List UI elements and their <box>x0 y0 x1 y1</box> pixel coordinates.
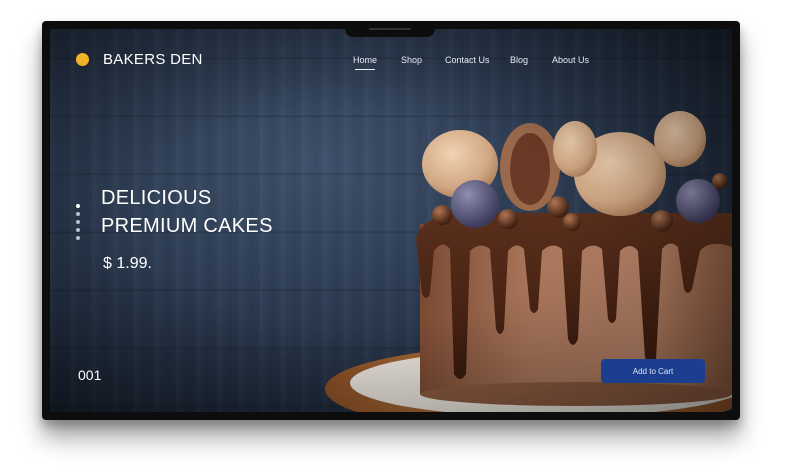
slider-dot-4[interactable] <box>76 228 80 232</box>
screen: BAKERS DEN Home Shop Contact Us Blog Abo… <box>50 29 732 412</box>
nav-blog[interactable]: Blog <box>510 55 528 65</box>
monitor-notch <box>345 21 435 37</box>
nav-shop[interactable]: Shop <box>401 55 422 65</box>
nav-about-us[interactable]: About Us <box>552 55 589 65</box>
monitor-frame: BAKERS DEN Home Shop Contact Us Blog Abo… <box>42 21 740 420</box>
logo-dot-icon <box>76 53 89 66</box>
nav-home[interactable]: Home <box>353 55 377 70</box>
hero-title-line2: PREMIUM CAKES <box>101 215 273 237</box>
hero-title: DELICIOUS PREMIUM CAKES <box>101 184 273 240</box>
add-to-cart-button[interactable]: Add to Cart <box>601 359 705 383</box>
slider-dot-2[interactable] <box>76 212 80 216</box>
hero-title-line1: DELICIOUS <box>101 187 212 209</box>
brand-name[interactable]: BAKERS DEN <box>103 51 203 68</box>
slider-dot-3[interactable] <box>76 220 80 224</box>
hero-price: $ 1.99. <box>103 255 152 272</box>
nav-contact-us[interactable]: Contact Us <box>445 55 490 65</box>
slider-dots <box>76 204 80 244</box>
slider-dot-1[interactable] <box>76 204 80 208</box>
slider-dot-5[interactable] <box>76 236 80 240</box>
slide-number: 001 <box>78 367 102 383</box>
